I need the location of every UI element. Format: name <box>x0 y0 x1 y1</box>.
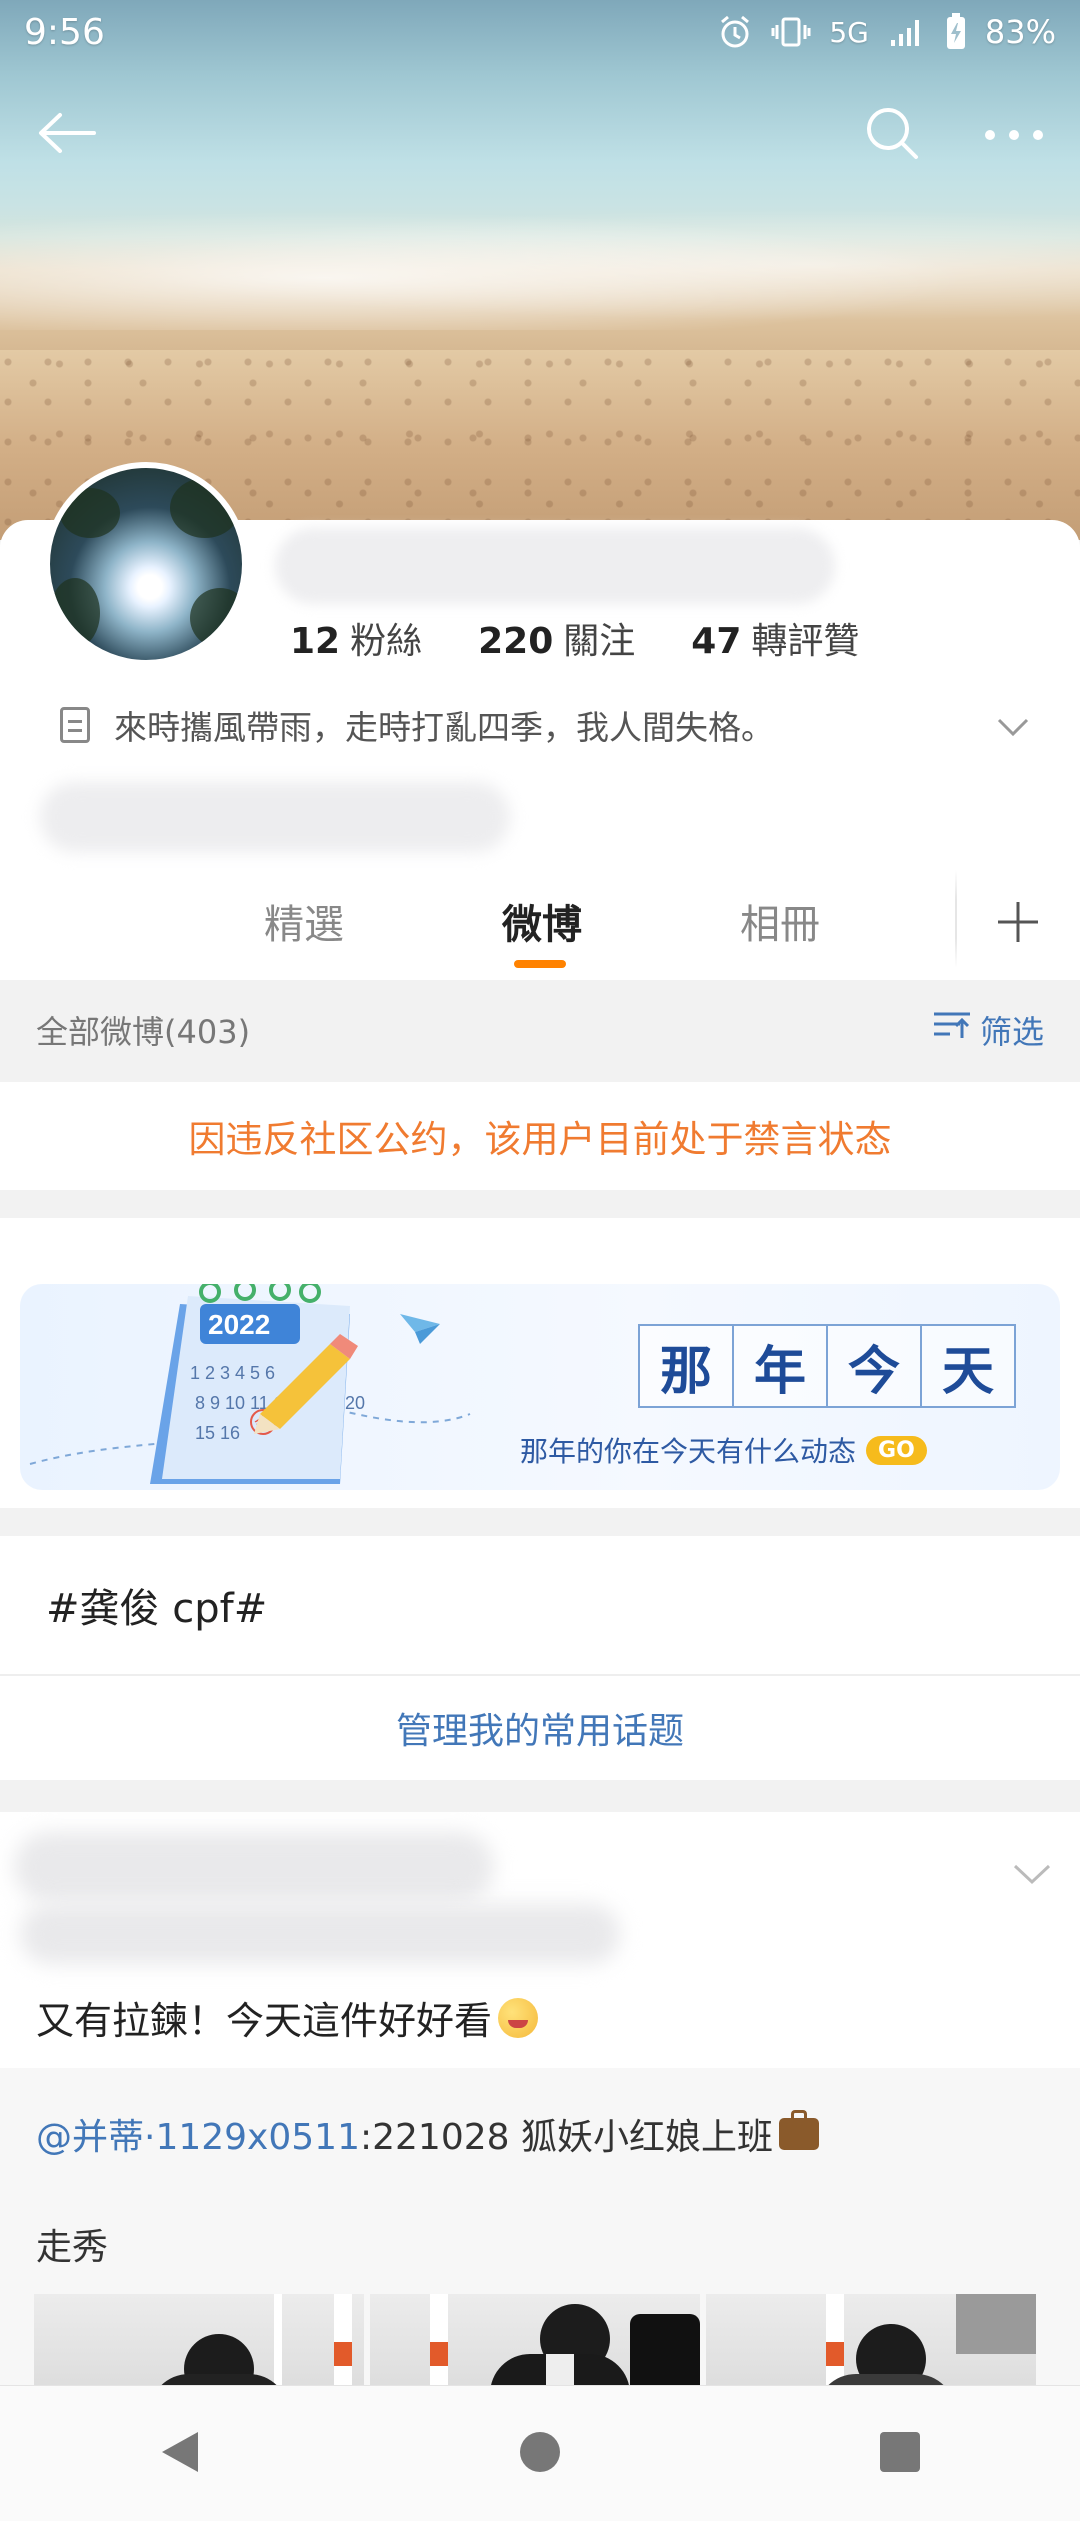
profile-info-redacted <box>40 782 510 852</box>
battery-icon <box>945 13 967 51</box>
repost-author-link[interactable]: @并蒂·1129x0511 <box>36 2108 360 2160</box>
chevron-down-icon[interactable] <box>996 707 1030 746</box>
interactions-stat[interactable]: 47 轉評贊 <box>691 612 859 664</box>
search-icon <box>864 105 920 165</box>
document-icon <box>60 707 90 743</box>
ban-notice: 因违反社区公约，该用户目前处于禁言状态 <box>0 1082 1080 1190</box>
memories-title-char-4: 天 <box>920 1324 1016 1408</box>
interactions-count: 47 <box>691 621 742 662</box>
network-label: 5G <box>829 15 869 49</box>
post-text-row: 又有拉鍊！今天這件好好看 <box>36 1990 539 2045</box>
repost-line: @并蒂·1129x0511 :221028 狐妖小红娘上班 <box>36 2108 819 2160</box>
nav-back-button[interactable] <box>140 2414 220 2494</box>
feed-header: 全部微博(403) 筛选 <box>0 980 1080 1080</box>
calendar-days-row1: 1 2 3 4 5 6 <box>190 1363 275 1383</box>
plus-icon <box>988 902 1048 956</box>
memories-subtitle-row: 那年的你在今天有什么动态 GO <box>520 1430 927 1470</box>
triangle-back-icon <box>158 2428 202 2480</box>
calendar-day-extra: 20 <box>345 1393 365 1413</box>
memories-title-char-3: 今 <box>826 1324 922 1408</box>
profile-tabs: 精選 微博 相冊 <box>0 870 1080 978</box>
post-card[interactable]: 又有拉鍊！今天這件好好看 @并蒂·1129x0511 :221028 狐妖小红娘… <box>0 1812 1080 2414</box>
more-button[interactable] <box>974 95 1054 175</box>
manage-topics-button[interactable]: 管理我的常用话题 <box>0 1676 1080 1780</box>
nav-home-button[interactable] <box>500 2414 580 2494</box>
status-bar: 9:56 5G 83% <box>0 0 1080 64</box>
vibrate-icon <box>771 14 811 50</box>
username-redacted <box>275 528 835 604</box>
cover-wave <box>0 200 1080 330</box>
all-posts-count: 全部微博(403) <box>36 1013 251 1051</box>
profile-stats: 12 粉絲 220 關注 47 轉評贊 <box>290 612 859 664</box>
avatar[interactable] <box>44 462 248 666</box>
tab-divider <box>955 870 957 968</box>
add-tab-button[interactable] <box>988 892 1048 952</box>
following-count: 220 <box>478 621 554 662</box>
memories-title-char-1: 那 <box>638 1324 734 1408</box>
back-button[interactable] <box>26 95 106 175</box>
interactions-label: 轉評贊 <box>751 621 860 662</box>
signal-icon <box>887 14 927 50</box>
more-icon <box>984 126 1044 145</box>
go-badge[interactable]: GO <box>866 1435 927 1465</box>
repost-subtext: 走秀 <box>36 2227 109 2268</box>
tab-featured[interactable]: 精選 <box>264 892 344 950</box>
topic-hashtag[interactable]: #龚俊 cpf# <box>46 1576 267 1634</box>
filter-label: 筛选 <box>979 1013 1044 1051</box>
memories-banner[interactable]: 2022 1 2 3 4 5 6 8 9 10 11 12 15 16 20 今… <box>20 1284 1060 1490</box>
calendar-illustration: 2022 1 2 3 4 5 6 8 9 10 11 12 15 16 20 今 <box>29 1284 471 1484</box>
alarm-icon <box>717 14 753 50</box>
system-nav-bar <box>0 2385 1080 2521</box>
back-arrow-icon <box>36 111 96 159</box>
calendar-days-row3: 15 16 <box>195 1423 240 1443</box>
memories-subtitle: 那年的你在今天有什么动态 <box>520 1435 857 1468</box>
nav-recents-button[interactable] <box>860 2414 940 2494</box>
briefcase-emoji-icon <box>778 2110 819 2150</box>
post-meta-redacted <box>20 1904 620 1964</box>
filter-button[interactable]: 筛选 <box>932 1007 1044 1053</box>
square-recents-icon <box>878 2430 922 2478</box>
heart-face-emoji-icon <box>498 1997 539 2038</box>
tab-weibo[interactable]: 微博 <box>502 892 582 950</box>
following-label: 關注 <box>563 621 636 662</box>
status-time: 9:56 <box>24 11 105 53</box>
tab-album[interactable]: 相冊 <box>740 892 820 950</box>
circle-home-icon <box>518 2430 562 2478</box>
search-button[interactable] <box>852 95 932 175</box>
repost-block[interactable]: @并蒂·1129x0511 :221028 狐妖小红娘上班 走秀 <box>0 2068 1080 2414</box>
bio-row[interactable]: 來時攜風帶雨，走時打亂四季，我人間失格。 <box>60 695 1040 755</box>
memories-section: 2022 1 2 3 4 5 6 8 9 10 11 12 15 16 20 今… <box>0 1218 1080 1508</box>
following-stat[interactable]: 220 關注 <box>478 612 635 664</box>
active-tab-indicator <box>514 960 566 968</box>
memories-title-char-2: 年 <box>732 1324 828 1408</box>
bio-text: 來時攜風帶雨，走時打亂四季，我人間失格。 <box>114 708 774 747</box>
post-text: 又有拉鍊！今天這件好好看 <box>36 1999 493 2043</box>
followers-stat[interactable]: 12 粉絲 <box>290 612 422 664</box>
calendar-year: 2022 <box>208 1309 270 1340</box>
memories-title: 那 年 今 天 <box>638 1324 1016 1408</box>
post-author-redacted <box>14 1832 494 1902</box>
profile-cover-image[interactable] <box>0 0 1080 540</box>
followers-label: 粉絲 <box>350 621 423 662</box>
topic-section: #龚俊 cpf# 管理我的常用话题 <box>0 1536 1080 1780</box>
post-menu-chevron-icon[interactable] <box>1012 1862 1052 1890</box>
battery-percent: 83% <box>984 13 1056 51</box>
filter-icon <box>932 1008 972 1052</box>
followers-count: 12 <box>290 621 341 662</box>
repost-text: :221028 狐妖小红娘上班 <box>359 2117 773 2158</box>
